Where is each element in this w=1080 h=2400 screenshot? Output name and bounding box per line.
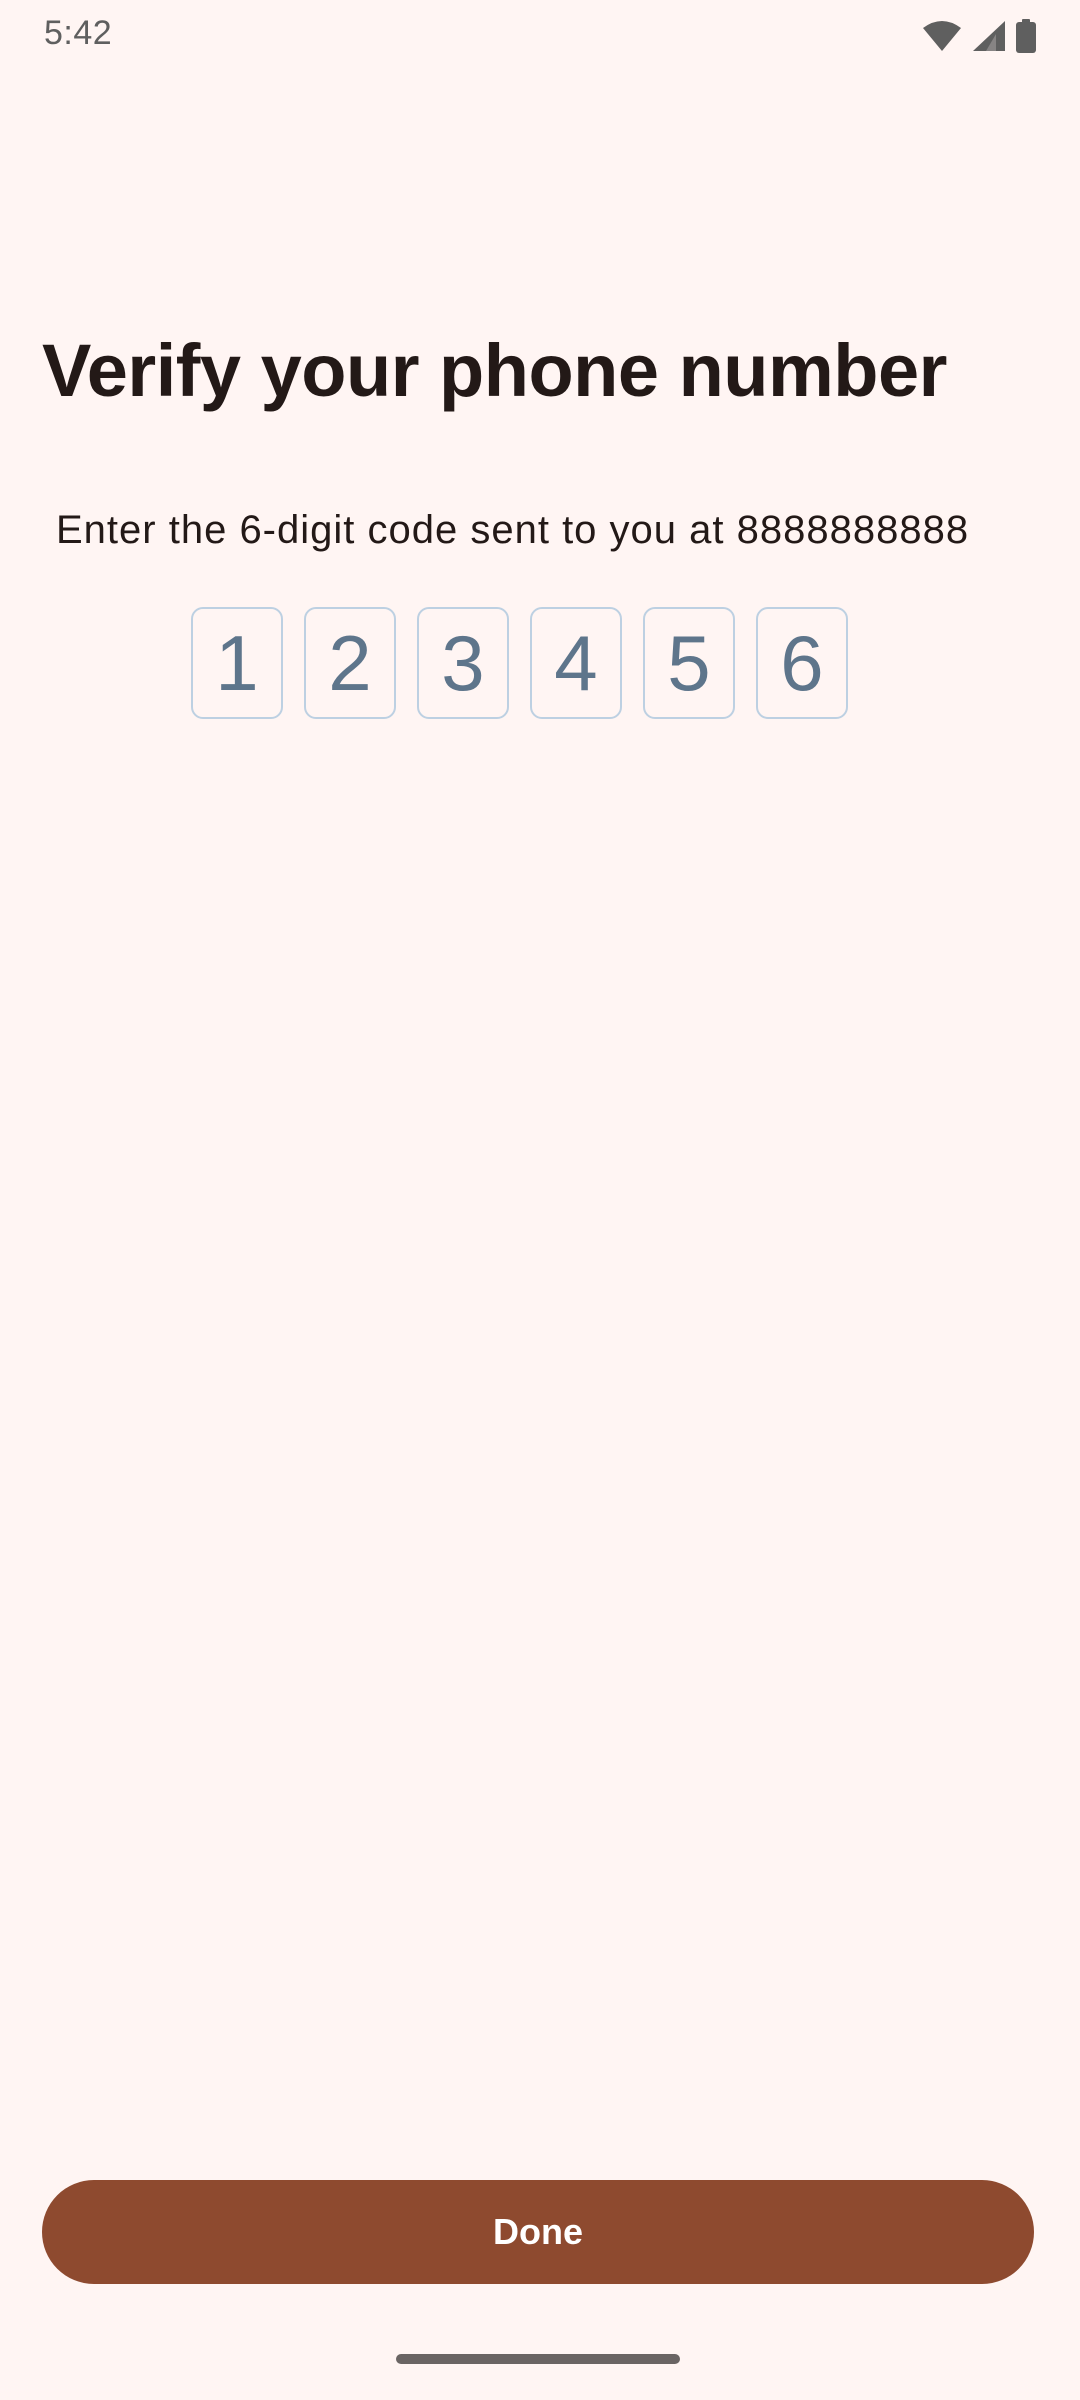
- otp-digit-2[interactable]: 2: [304, 607, 396, 719]
- otp-digit-1[interactable]: 1: [191, 607, 283, 719]
- status-bar: 5:42: [0, 0, 1080, 72]
- battery-icon: [1016, 19, 1036, 53]
- otp-digit-6[interactable]: 6: [756, 607, 848, 719]
- page-title: Verify your phone number: [42, 329, 947, 412]
- otp-digit-5[interactable]: 5: [643, 607, 735, 719]
- home-indicator[interactable]: [396, 2354, 680, 2364]
- otp-digit-4[interactable]: 4: [530, 607, 622, 719]
- instruction-text: Enter the 6-digit code sent to you at 88…: [56, 508, 970, 552]
- done-button[interactable]: Done: [42, 2180, 1034, 2284]
- otp-digit-3[interactable]: 3: [417, 607, 509, 719]
- otp-input-group: 1 2 3 4 5 6: [191, 607, 848, 719]
- signal-icon: [972, 20, 1006, 52]
- wifi-icon: [922, 20, 962, 52]
- status-time: 5:42: [44, 14, 113, 52]
- status-icons: [922, 18, 1036, 54]
